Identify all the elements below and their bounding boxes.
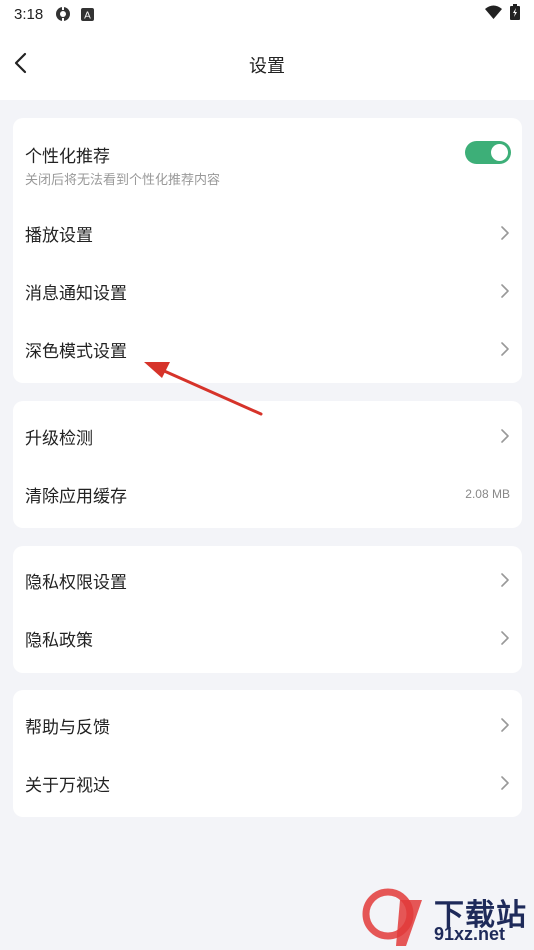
chevron-right-icon	[500, 630, 510, 646]
dark-mode-settings-row[interactable]: 深色模式设置	[13, 320, 522, 378]
svg-text:A: A	[84, 10, 91, 21]
settings-group-privacy: 隐私权限设置 隐私政策	[13, 546, 522, 673]
update-check-row[interactable]: 升级检测	[13, 407, 522, 465]
settings-group-personal: 个性化推荐 关闭后将无法看到个性化推荐内容 播放设置 消息通知设置 深色模式设置	[13, 118, 522, 383]
wifi-icon	[485, 5, 502, 23]
title-bar: 设置	[0, 28, 534, 100]
playback-settings-row[interactable]: 播放设置	[13, 204, 522, 262]
chevron-right-icon	[500, 341, 510, 357]
watermark-url: 91xz.net	[434, 924, 506, 944]
chevron-right-icon	[500, 775, 510, 791]
privacy-policy-label: 隐私政策	[25, 630, 93, 651]
notification-settings-label: 消息通知设置	[25, 283, 127, 304]
clear-cache-row[interactable]: 清除应用缓存 2.08 MB	[13, 465, 522, 523]
personalized-recommend-toggle[interactable]	[465, 141, 511, 164]
personalized-recommend-row: 个性化推荐 关闭后将无法看到个性化推荐内容	[13, 118, 522, 198]
help-feedback-label: 帮助与反馈	[25, 717, 110, 738]
site-watermark: 下载站 91xz.net	[360, 888, 534, 950]
settings-group-system: 升级检测 清除应用缓存 2.08 MB	[13, 401, 522, 528]
help-feedback-row[interactable]: 帮助与反馈	[13, 696, 522, 754]
battery-icon	[510, 4, 520, 24]
personalized-recommend-label: 个性化推荐	[25, 147, 110, 167]
chevron-right-icon	[500, 283, 510, 299]
clear-cache-label: 清除应用缓存	[25, 486, 127, 507]
privacy-permission-row[interactable]: 隐私权限设置	[13, 551, 522, 609]
about-app-row[interactable]: 关于万视达	[13, 754, 522, 812]
playback-settings-label: 播放设置	[25, 225, 93, 246]
chevron-right-icon	[500, 717, 510, 733]
chevron-right-icon	[500, 572, 510, 588]
app-a-icon: A	[81, 7, 95, 21]
status-bar: 3:18 A	[0, 0, 534, 28]
chevron-right-icon	[500, 225, 510, 241]
cache-size-value: 2.08 MB	[465, 487, 510, 501]
settings-group-about: 帮助与反馈 关于万视达	[13, 690, 522, 817]
dark-mode-settings-label: 深色模式设置	[25, 341, 127, 362]
logo-icon	[362, 888, 422, 946]
about-app-label: 关于万视达	[25, 775, 110, 796]
privacy-permission-label: 隐私权限设置	[25, 572, 127, 593]
status-right	[485, 4, 520, 24]
update-check-label: 升级检测	[25, 428, 93, 449]
chevron-right-icon	[500, 428, 510, 444]
sync-icon	[55, 6, 71, 22]
toggle-knob	[491, 144, 508, 161]
page-title: 设置	[249, 56, 285, 77]
status-time: 3:18	[14, 5, 44, 23]
personalized-recommend-subtitle: 关闭后将无法看到个性化推荐内容	[25, 173, 221, 188]
notification-settings-row[interactable]: 消息通知设置	[13, 262, 522, 320]
privacy-policy-row[interactable]: 隐私政策	[13, 609, 522, 667]
